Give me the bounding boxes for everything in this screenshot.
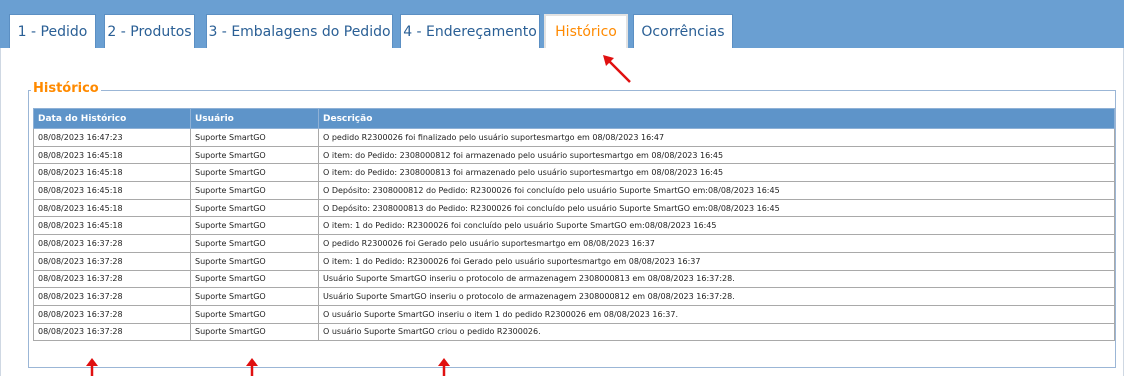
cell-date: 08/08/2023 16:45:18 (33, 181, 191, 200)
cell-description: O item: 1 do Pedido: R2300026 foi conclu… (318, 216, 1115, 236)
table-row[interactable]: 08/08/2023 16:37:28 Suporte SmartGO O usuá… (33, 322, 1115, 342)
tab-enderecamento[interactable]: 4 - Endereçamento (400, 14, 540, 48)
cell-description: O pedido R2300026 foi finalizado pelo us… (318, 128, 1115, 147)
column-header-data[interactable]: Data do Histórico (33, 108, 191, 129)
cell-user: Suporte SmartGO (190, 198, 319, 218)
cell-user: Suporte SmartGO (190, 251, 319, 271)
history-table: Data do Histórico Usuário Descrição 08/0… (33, 108, 1115, 342)
table-row[interactable]: 08/08/2023 16:37:28 Suporte SmartGO Usuári… (33, 269, 1115, 289)
cell-description: O item: do Pedido: 2308000812 foi armaze… (318, 145, 1115, 165)
table-row[interactable]: 08/08/2023 16:45:18 Suporte SmartGO O item… (33, 145, 1115, 165)
red-arrow-icon (603, 55, 631, 83)
cell-user: Suporte SmartGO (190, 269, 319, 289)
cell-user: Suporte SmartGO (190, 145, 319, 165)
red-arrow-icon (86, 358, 98, 376)
cell-date: 08/08/2023 16:45:18 (33, 198, 191, 218)
table-row[interactable]: 08/08/2023 16:47:23 Suporte SmartGO O pedi… (33, 128, 1115, 147)
cell-description: O Depósito: 2308000813 do Pedido: R23000… (318, 198, 1115, 218)
cell-date: 08/08/2023 16:45:18 (33, 163, 191, 183)
tab-produtos[interactable]: 2 - Produtos (104, 14, 195, 48)
cell-description: O item: do Pedido: 2308000813 foi armaze… (318, 163, 1115, 183)
cell-date: 08/08/2023 16:37:28 (33, 234, 191, 253)
table-row[interactable]: 08/08/2023 16:45:18 Suporte SmartGO O Depó… (33, 181, 1115, 200)
cell-description: O usuário Suporte SmartGO inseriu o item… (318, 304, 1115, 324)
tab-bar: 1 - Pedido 2 - Produtos 3 - Embalagens d… (0, 0, 1124, 48)
cell-user: Suporte SmartGO (190, 216, 319, 236)
column-header-descricao[interactable]: Descrição (318, 108, 1115, 129)
table-row[interactable]: 08/08/2023 16:45:18 Suporte SmartGO O Depó… (33, 198, 1115, 218)
tab-historico[interactable]: Histórico (544, 14, 628, 48)
cell-description: O item: 1 do Pedido: R2300026 foi Gerado… (318, 251, 1115, 271)
cell-date: 08/08/2023 16:47:23 (33, 128, 191, 147)
table-row[interactable]: 08/08/2023 16:45:18 Suporte SmartGO O item… (33, 163, 1115, 183)
section-title: Histórico (31, 81, 101, 96)
cell-date: 08/08/2023 16:37:28 (33, 287, 191, 306)
cell-user: Suporte SmartGO (190, 304, 319, 324)
tab-embalagens-do-pedido[interactable]: 3 - Embalagens do Pedido (206, 14, 393, 48)
tab-ocorrencias[interactable]: Ocorrências (633, 14, 733, 48)
cell-description: O Depósito: 2308000812 do Pedido: R23000… (318, 181, 1115, 200)
cell-date: 08/08/2023 16:45:18 (33, 216, 191, 236)
cell-date: 08/08/2023 16:37:28 (33, 304, 191, 324)
column-header-usuario[interactable]: Usuário (190, 108, 319, 129)
table-row[interactable]: 08/08/2023 16:37:28 Suporte SmartGO O usuá… (33, 304, 1115, 324)
cell-date: 08/08/2023 16:37:28 (33, 251, 191, 271)
tab-pedido[interactable]: 1 - Pedido (9, 14, 96, 48)
cell-user: Suporte SmartGO (190, 163, 319, 183)
table-row[interactable]: 08/08/2023 16:45:18 Suporte SmartGO O item… (33, 216, 1115, 236)
cell-user: Suporte SmartGO (190, 234, 319, 253)
table-row[interactable]: 08/08/2023 16:37:28 Suporte SmartGO Usuári… (33, 287, 1115, 306)
cell-description: O pedido R2300026 foi Gerado pelo usuári… (318, 234, 1115, 253)
cell-description: Usuário Suporte SmartGO inseriu o protoc… (318, 269, 1115, 289)
cell-user: Suporte SmartGO (190, 181, 319, 200)
cell-date: 08/08/2023 16:37:28 (33, 322, 191, 342)
red-arrow-icon (438, 358, 450, 376)
cell-description: Usuário Suporte SmartGO inseriu o protoc… (318, 287, 1115, 306)
table-header-row: Data do Histórico Usuário Descrição (33, 108, 1115, 129)
cell-date: 08/08/2023 16:45:18 (33, 145, 191, 165)
cell-user: Suporte SmartGO (190, 322, 319, 342)
cell-description: O usuário Suporte SmartGO criou o pedido… (318, 322, 1115, 342)
table-row[interactable]: 08/08/2023 16:37:28 Suporte SmartGO O pedi… (33, 234, 1115, 253)
cell-date: 08/08/2023 16:37:28 (33, 269, 191, 289)
red-arrow-icon (246, 358, 258, 376)
table-row[interactable]: 08/08/2023 16:37:28 Suporte SmartGO O item… (33, 251, 1115, 271)
cell-user: Suporte SmartGO (190, 128, 319, 147)
cell-user: Suporte SmartGO (190, 287, 319, 306)
